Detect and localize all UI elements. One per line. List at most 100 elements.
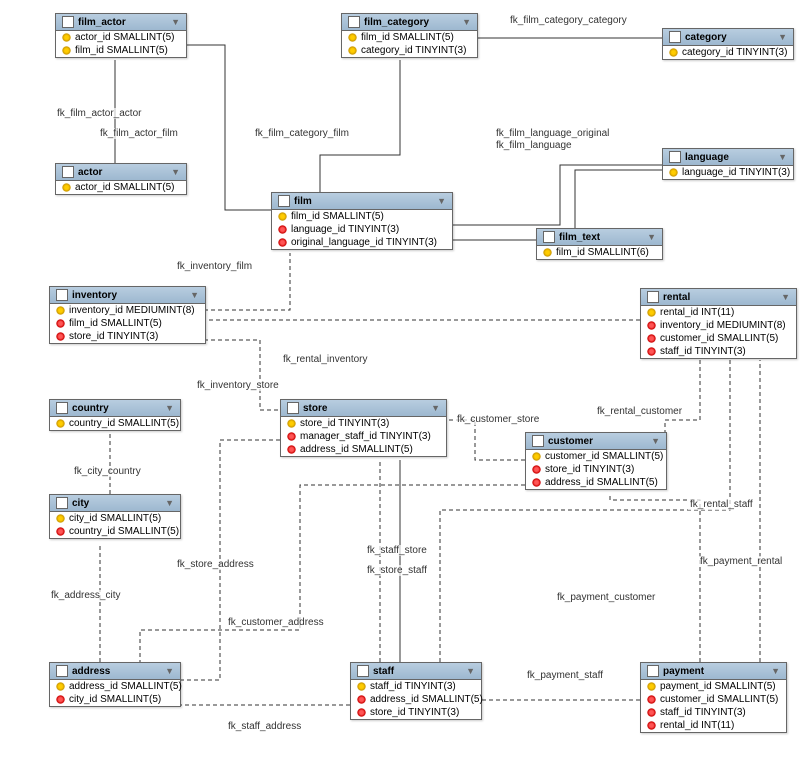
table-rental[interactable]: rental▼rental_id INT(11)inventory_id MED… xyxy=(640,288,797,359)
chevron-down-icon[interactable]: ▼ xyxy=(651,436,660,446)
table-header[interactable]: store ▼ xyxy=(281,400,446,417)
chevron-down-icon[interactable]: ▼ xyxy=(171,167,180,177)
table-body: store_id TINYINT(3)manager_staff_id TINY… xyxy=(281,417,446,456)
table-name: country xyxy=(72,403,161,414)
table-row: manager_staff_id TINYINT(3) xyxy=(281,430,446,443)
column-name: country_id SMALLINT(5) xyxy=(69,418,179,429)
table-body: language_id TINYINT(3) xyxy=(663,166,793,179)
chevron-down-icon[interactable]: ▼ xyxy=(647,232,656,242)
table-row: country_id SMALLINT(5) xyxy=(50,417,180,430)
diamond-icon xyxy=(54,693,67,706)
fk-label: fk_rental_customer xyxy=(595,406,684,417)
table-row: category_id TINYINT(3) xyxy=(342,44,477,57)
key-icon xyxy=(56,419,65,428)
fk-label: fk_customer_store xyxy=(455,414,541,425)
fk-label: fk_staff_store xyxy=(365,545,429,556)
table-country[interactable]: country ▼ country_id SMALLINT(5) xyxy=(49,399,181,431)
key-icon xyxy=(532,452,541,461)
table-address[interactable]: address▼address_id SMALLINT(5)city_id SM… xyxy=(49,662,181,707)
table-header[interactable]: film_text▼ xyxy=(537,229,662,246)
table-row: store_id TINYINT(3) xyxy=(351,706,481,719)
chevron-down-icon[interactable]: ▼ xyxy=(781,292,790,302)
fk-label: fk_film_category_category xyxy=(508,15,629,26)
table-header[interactable]: staff▼ xyxy=(351,663,481,680)
table-staff[interactable]: staff▼staff_id TINYINT(3)address_id SMAL… xyxy=(350,662,482,720)
table-body: staff_id TINYINT(3)address_id SMALLINT(5… xyxy=(351,680,481,719)
diamond-icon xyxy=(285,443,298,456)
table-row: inventory_id MEDIUMINT(8) xyxy=(641,319,796,332)
fk-label: fk_payment_rental xyxy=(698,556,784,567)
table-film_actor[interactable]: film_actor▼actor_id SMALLINT(5)film_id S… xyxy=(55,13,187,58)
key-icon xyxy=(56,682,65,691)
table-body: address_id SMALLINT(5)city_id SMALLINT(5… xyxy=(50,680,180,706)
column-name: staff_id TINYINT(3) xyxy=(370,681,456,692)
table-actor[interactable]: actor▼actor_id SMALLINT(5) xyxy=(55,163,187,195)
table-store[interactable]: store ▼ store_id TINYINT(3)manager_staff_i… xyxy=(280,399,447,457)
table-body: category_id TINYINT(3) xyxy=(663,46,793,59)
chevron-down-icon[interactable]: ▼ xyxy=(171,17,180,27)
column-name: country_id SMALLINT(5) xyxy=(69,526,179,537)
table-header[interactable]: film_actor▼ xyxy=(56,14,186,31)
table-category[interactable]: category ▼ category_id TINYINT(3) xyxy=(662,28,794,60)
diamond-icon xyxy=(530,476,543,489)
table-row: staff_id TINYINT(3) xyxy=(351,680,481,693)
table-header[interactable]: language▼ xyxy=(663,149,793,166)
table-header[interactable]: film▼ xyxy=(272,193,452,210)
table-name: inventory xyxy=(72,290,186,301)
column-name: category_id TINYINT(3) xyxy=(682,47,787,58)
table-row: inventory_id MEDIUMINT(8) xyxy=(50,304,205,317)
table-header[interactable]: rental▼ xyxy=(641,289,796,306)
column-name: address_id SMALLINT(5) xyxy=(545,477,658,488)
table-header[interactable]: film_category▼ xyxy=(342,14,477,31)
table-header[interactable]: address▼ xyxy=(50,663,180,680)
table-payment[interactable]: payment▼payment_id SMALLINT(5)customer_i… xyxy=(640,662,787,733)
chevron-down-icon[interactable]: ▼ xyxy=(778,32,787,42)
column-name: film_id SMALLINT(5) xyxy=(69,318,162,329)
chevron-down-icon[interactable]: ▼ xyxy=(462,17,471,27)
table-header[interactable]: customer▼ xyxy=(526,433,666,450)
diamond-icon xyxy=(530,463,543,476)
column-name: staff_id TINYINT(3) xyxy=(660,346,746,357)
table-header[interactable]: category ▼ xyxy=(663,29,793,46)
chevron-down-icon[interactable]: ▼ xyxy=(165,403,174,413)
chevron-down-icon[interactable]: ▼ xyxy=(165,498,174,508)
table-row: address_id SMALLINT(5) xyxy=(50,680,180,693)
table-row: staff_id TINYINT(3) xyxy=(641,345,796,358)
table-film[interactable]: film▼film_id SMALLINT(5)language_id TINY… xyxy=(271,192,453,250)
table-icon xyxy=(56,402,68,414)
chevron-down-icon[interactable]: ▼ xyxy=(466,666,475,676)
key-icon xyxy=(287,419,296,428)
chevron-down-icon[interactable]: ▼ xyxy=(771,666,780,676)
diamond-icon xyxy=(645,345,658,358)
chevron-down-icon[interactable]: ▼ xyxy=(190,290,199,300)
table-name: store xyxy=(303,403,427,414)
diamond-icon xyxy=(645,693,658,706)
table-row: payment_id SMALLINT(5) xyxy=(641,680,786,693)
chevron-down-icon[interactable]: ▼ xyxy=(778,152,787,162)
fk-label: fk_film_language_original xyxy=(494,128,611,139)
table-row: rental_id INT(11) xyxy=(641,719,786,732)
table-name: category xyxy=(685,32,774,43)
table-header[interactable]: payment▼ xyxy=(641,663,786,680)
table-row: store_id TINYINT(3) xyxy=(526,463,666,476)
table-city[interactable]: city▼city_id SMALLINT(5)country_id SMALL… xyxy=(49,494,181,539)
fk-label: fk_address_city xyxy=(49,590,122,601)
table-header[interactable]: country ▼ xyxy=(50,400,180,417)
column-name: actor_id SMALLINT(5) xyxy=(75,182,174,193)
table-inventory[interactable]: inventory ▼ inventory_id MEDIUMINT(8)film_… xyxy=(49,286,206,344)
table-language[interactable]: language▼language_id TINYINT(3) xyxy=(662,148,794,180)
table-header[interactable]: city▼ xyxy=(50,495,180,512)
table-customer[interactable]: customer▼customer_id SMALLINT(5)store_id… xyxy=(525,432,667,490)
chevron-down-icon[interactable]: ▼ xyxy=(165,666,174,676)
table-header[interactable]: actor▼ xyxy=(56,164,186,181)
key-icon xyxy=(56,514,65,523)
fk-label: fk_inventory_film xyxy=(175,261,254,272)
table-film_text[interactable]: film_text▼film_id SMALLINT(6) xyxy=(536,228,663,260)
chevron-down-icon[interactable]: ▼ xyxy=(431,403,440,413)
diamond-icon xyxy=(355,706,368,719)
chevron-down-icon[interactable]: ▼ xyxy=(437,196,446,206)
fk-label: fk_film_language xyxy=(494,140,574,151)
table-header[interactable]: inventory ▼ xyxy=(50,287,205,304)
table-film_category[interactable]: film_category▼film_id SMALLINT(5)categor… xyxy=(341,13,478,58)
diamond-icon xyxy=(645,319,658,332)
